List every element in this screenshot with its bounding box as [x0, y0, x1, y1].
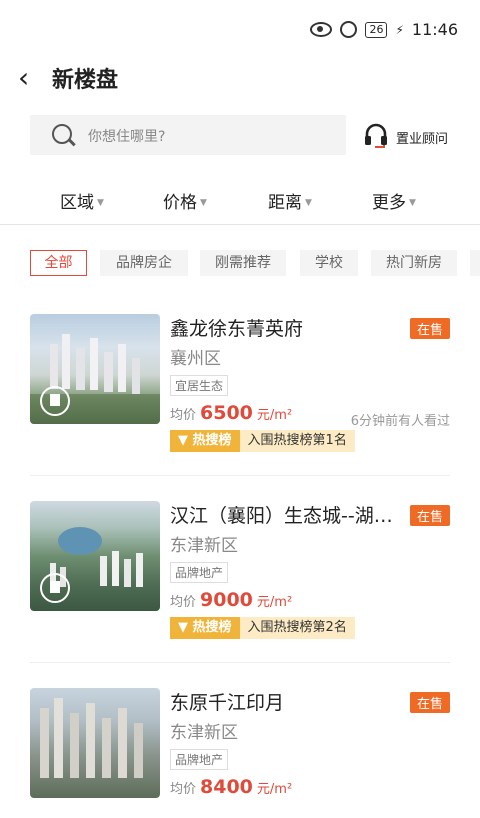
filter-bar: 区域 ▼ 价格 ▼ 距离 ▼ 更多 ▼ [0, 188, 480, 213]
search-input[interactable]: 你想住哪里? [30, 115, 346, 155]
filter-distance-label: 距离 [268, 193, 302, 213]
price-value: 8400 [200, 776, 253, 798]
consultant-button[interactable]: 置业顾问 [360, 120, 460, 154]
listing-item[interactable]: 鑫龙徐东菁英府 在售 襄州区 宜居生态 均价 6500 元/m² 6分钟前有人看过 … [30, 314, 450, 452]
listing-image [30, 314, 160, 424]
dropdown-arrow-icon: ▼ [200, 198, 207, 208]
filter-area[interactable]: 区域 ▼ [60, 188, 104, 213]
status-badge: 在售 [409, 692, 450, 713]
listing-item[interactable]: 东原千江印月 在售 东津新区 品牌地产 均价 8400 元/m² [30, 688, 450, 818]
page-title: 新楼盘 [52, 68, 119, 93]
listing-name: 汉江（襄阳）生态城--湖… [170, 505, 393, 527]
listing-district: 东津新区 [170, 536, 238, 556]
search-icon [52, 124, 72, 144]
price-unit: 元/m² [256, 782, 293, 797]
price-label: 均价 [170, 782, 197, 797]
building-render [40, 698, 143, 778]
price-label: 均价 [170, 595, 197, 610]
price-value: 9000 [200, 589, 253, 611]
battery-level: 26 [365, 21, 388, 38]
tag-all[interactable]: 全部 [30, 250, 87, 276]
listing-tag: 宜居生态 [170, 375, 229, 396]
hot-label-text: 热搜榜 [192, 620, 232, 635]
tag-more[interactable] [470, 250, 480, 276]
listing-image [30, 501, 160, 611]
listing-image [30, 688, 160, 798]
search-placeholder: 你想住哪里? [88, 129, 166, 145]
listing-price: 均价 6500 元/m² [170, 402, 292, 424]
tag-school[interactable]: 学校 [300, 250, 358, 276]
listing-price: 均价 9000 元/m² [170, 589, 292, 611]
status-time: 11:46 [411, 20, 458, 39]
trophy-icon: ▼ [178, 433, 188, 448]
status-badge: 在售 [409, 318, 450, 339]
header: ‹ 新楼盘 [0, 58, 480, 98]
filter-price[interactable]: 价格 ▼ [163, 188, 207, 213]
alarm-icon [340, 21, 358, 38]
filter-price-label: 价格 [163, 193, 197, 213]
filter-more[interactable]: 更多 ▼ [372, 188, 416, 213]
hot-search-badge: ▼ 热搜榜 入围热搜榜第2名 [170, 617, 355, 639]
divider [30, 662, 450, 663]
filter-area-label: 区域 [60, 193, 94, 213]
price-unit: 元/m² [256, 408, 293, 423]
back-icon[interactable]: ‹ [18, 64, 29, 92]
price-value: 6500 [200, 402, 253, 424]
status-icons: 26 ⚡ 11:46 [310, 20, 458, 39]
price-label: 均价 [170, 408, 197, 423]
trophy-icon: ▼ [178, 620, 188, 635]
hot-search-label: ▼ 热搜榜 [170, 617, 240, 639]
listing-tag: 品牌地产 [170, 749, 229, 770]
status-badge: 在售 [409, 505, 450, 526]
charging-icon: ⚡ [395, 22, 404, 37]
recent-viewers: 6分钟前有人看过 [350, 414, 450, 429]
hot-search-rank: 入围热搜榜第2名 [239, 617, 355, 639]
listing-name: 东原千江印月 [170, 692, 285, 714]
hot-search-rank: 入围热搜榜第1名 [239, 430, 355, 452]
status-bar: 26 ⚡ 11:46 [0, 0, 480, 58]
listing-district: 襄州区 [170, 349, 221, 369]
hot-search-badge: ▼ 热搜榜 入围热搜榜第1名 [170, 430, 355, 452]
filter-distance[interactable]: 距离 ▼ [268, 188, 312, 213]
consultant-label: 置业顾问 [396, 132, 449, 147]
tag-essential[interactable]: 刚需推荐 [200, 250, 286, 276]
tag-brand[interactable]: 品牌房企 [100, 250, 188, 276]
listing-district: 东津新区 [170, 723, 238, 743]
dropdown-arrow-icon: ▼ [409, 198, 416, 208]
category-tags: 全部 品牌房企 刚需推荐 学校 热门新房 [0, 250, 480, 278]
eye-icon [310, 22, 333, 37]
divider [0, 224, 480, 225]
video-play-icon[interactable] [40, 386, 70, 416]
hot-label-text: 热搜榜 [192, 433, 232, 448]
listing-price: 均价 8400 元/m² [170, 776, 292, 798]
divider [30, 475, 450, 476]
filter-more-label: 更多 [372, 193, 406, 213]
price-unit: 元/m² [256, 595, 293, 610]
hot-search-label: ▼ 热搜榜 [170, 430, 240, 452]
dropdown-arrow-icon: ▼ [97, 198, 104, 208]
headset-icon [365, 123, 387, 148]
dropdown-arrow-icon: ▼ [305, 198, 312, 208]
listing-item[interactable]: 汉江（襄阳）生态城--湖… 在售 东津新区 品牌地产 均价 9000 元/m² ▼ … [30, 501, 450, 639]
listing-name: 鑫龙徐东菁英府 [170, 318, 304, 340]
listing-tag: 品牌地产 [170, 562, 229, 583]
tag-hot[interactable]: 热门新房 [371, 250, 457, 276]
video-play-icon[interactable] [40, 573, 70, 603]
